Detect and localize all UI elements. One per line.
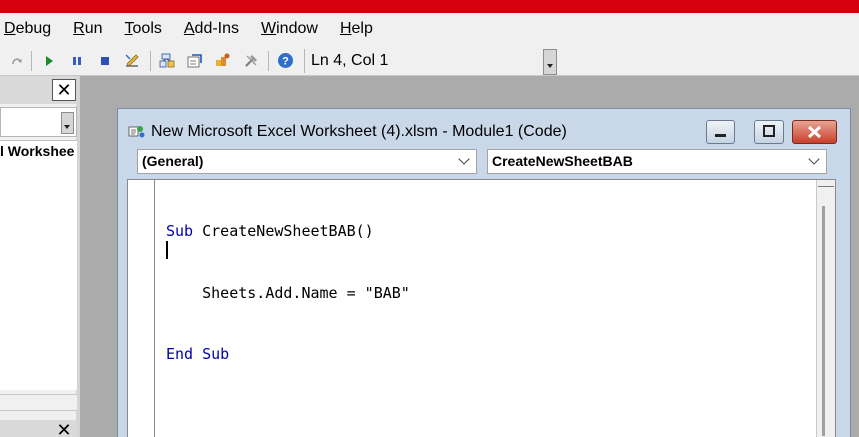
object-combo[interactable]: (General) [137,149,477,174]
chevron-down-icon[interactable] [61,112,74,134]
properties-window-icon[interactable] [186,52,203,69]
tree-item-workbook[interactable]: l Workshee [0,143,77,159]
help-icon[interactable]: ? [277,52,294,69]
menu-tools[interactable]: Tools [121,13,162,45]
horizontal-scrollbar[interactable] [0,394,77,411]
break-icon[interactable] [68,52,85,69]
code-window: New Microsoft Excel Worksheet (4).xlsm -… [117,108,851,437]
excel-ribbon-edge [0,0,859,13]
text-caret [166,241,168,259]
chevron-down-icon[interactable] [808,153,820,165]
menu-debug[interactable]: Debug [0,13,51,45]
reset-icon[interactable] [96,52,113,69]
menu-help[interactable]: Help [336,13,373,45]
restore-button[interactable] [754,120,784,144]
menu-run[interactable]: Run [69,13,102,45]
properties-window-header: ✕ [0,420,77,437]
object-browser-icon[interactable] [214,52,231,69]
redo-icon[interactable] [8,52,25,69]
run-icon[interactable] [40,52,57,69]
procedure-combo[interactable]: CreateNewSheetBAB [487,149,827,174]
project-explorer-icon[interactable] [158,52,175,69]
menu-window[interactable]: Window [257,13,318,45]
margin-indicator-bar[interactable] [128,180,155,437]
code-window-title: New Microsoft Excel Worksheet (4).xlsm -… [151,123,567,140]
properties-object-dropdown[interactable] [0,107,77,137]
menu-bar: Debug Run Tools Add-Ins Window Help [0,13,859,45]
project-tree: l Workshee [0,140,77,390]
procedure-combo-value: CreateNewSheetBAB [492,153,633,169]
scroll-thumb[interactable] [822,206,825,436]
object-combo-value: (General) [142,153,204,169]
svg-text:?: ? [282,56,289,68]
code-text[interactable]: Sub CreateNewSheetBAB() Sheets.Add.Name … [166,180,410,406]
close-icon[interactable]: ✕ [52,421,76,437]
code-line: Sheets.Add.Name = "BAB" [166,283,410,302]
minimize-button[interactable] [706,120,735,144]
project-explorer-header: ✕ [0,76,77,104]
vertical-scrollbar[interactable] [816,180,835,437]
cursor-position-readout: Ln 4, Col 1 [304,49,542,73]
toolbar-separator [150,51,151,71]
toolbox-icon[interactable] [243,52,260,69]
design-mode-icon[interactable] [124,52,141,69]
code-editor[interactable]: Sub CreateNewSheetBAB() Sheets.Add.Name … [127,179,836,437]
menu-add-ins[interactable]: Add-Ins [180,13,239,45]
toolbar-options-button[interactable] [543,49,557,75]
project-explorer-panel: ✕ l Workshee ✕ [0,76,80,437]
close-icon[interactable]: ✕ [52,79,76,101]
toolbar-separator [268,51,269,71]
module-icon [128,123,146,140]
toolbar-separator [31,51,32,71]
close-button[interactable] [792,120,837,144]
standard-toolbar: ? Ln 4, Col 1 [0,45,859,76]
code-line: Sub CreateNewSheetBAB() [166,222,374,240]
chevron-down-icon[interactable] [458,153,470,165]
code-line: End Sub [166,345,230,363]
scroll-up-button[interactable] [818,181,834,187]
